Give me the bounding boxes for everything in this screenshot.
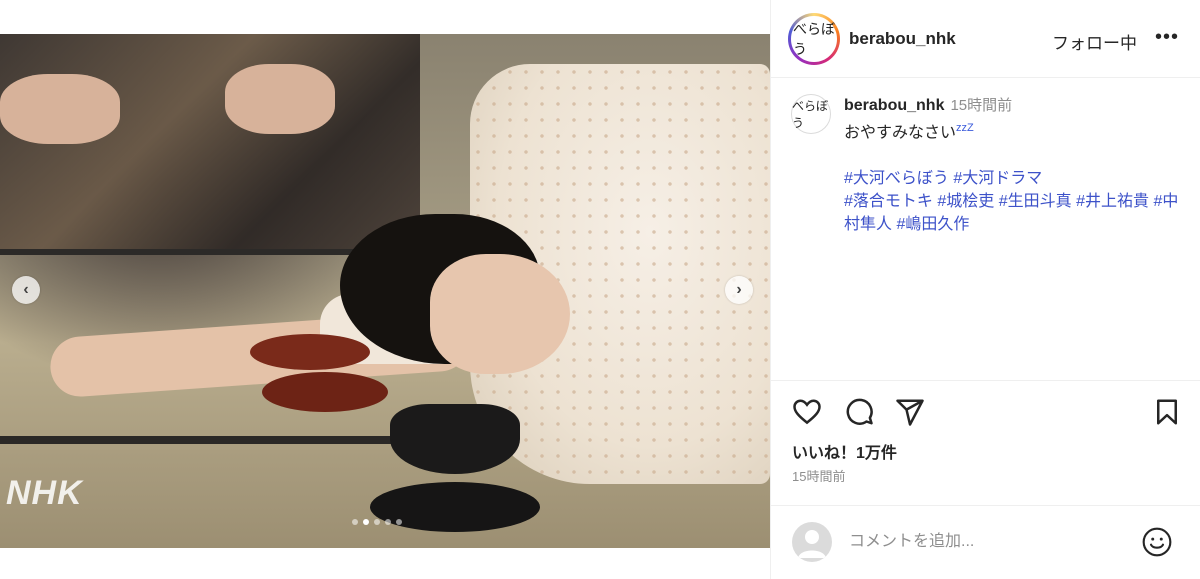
post-header: べらぼう berabou_nhk フォロー中 •••: [771, 0, 1200, 78]
caption-time: 15時間前: [950, 97, 1013, 114]
post-timestamp: 15時間前: [792, 469, 846, 484]
following-button[interactable]: フォロー中: [1052, 29, 1137, 54]
hashtag-link[interactable]: #嶋田久作: [896, 216, 969, 233]
hashtag-list: #大河べらぼう #大河ドラマ #落合モトキ #城桧吏 #生田斗真 #井上祐貴 #…: [844, 167, 1194, 236]
caption-username[interactable]: berabou_nhk: [844, 97, 944, 114]
photo-kimono-background: [0, 34, 420, 254]
caption-body: berabou_nhk 15時間前 おやすみなさいzzZ #大河べらぼう #大河ド…: [844, 94, 1194, 236]
caption-text: おやすみなさいzzZ: [844, 117, 1194, 144]
nhk-watermark-logo: NHK: [6, 474, 83, 512]
hashtag-link[interactable]: #城桧吏: [937, 193, 994, 210]
photo-hand-right: [225, 64, 335, 134]
carousel-prev-button[interactable]: ‹: [12, 276, 40, 304]
current-user-avatar: [792, 522, 832, 562]
carousel-dot: [374, 519, 380, 525]
emoji-icon[interactable]: [1141, 526, 1173, 558]
user-silhouette-icon: [798, 530, 826, 558]
comment-bar: [771, 505, 1200, 579]
carousel-dot: [363, 519, 369, 525]
caption-text-content: おやすみなさい: [844, 124, 957, 142]
photo-face: [430, 254, 570, 374]
chevron-left-icon: ‹: [23, 281, 29, 298]
comment-input[interactable]: [849, 528, 1129, 556]
post-side-panel: べらぼう berabou_nhk フォロー中 ••• べらぼう berabou_…: [770, 0, 1200, 579]
heart-icon[interactable]: [792, 397, 822, 427]
hashtag-link[interactable]: #井上祐貴: [1076, 193, 1149, 210]
carousel-indicator: [352, 519, 402, 525]
avatar[interactable]: べらぼう: [788, 13, 840, 65]
hashtag-link[interactable]: #生田斗真: [999, 193, 1072, 210]
zzz-emoji: zzZ: [956, 122, 974, 134]
photo-red-cup-2: [262, 372, 388, 412]
action-bar: いいね！1万件 15時間前: [771, 380, 1200, 520]
caption-avatar[interactable]: べらぼう: [791, 94, 831, 134]
post-photo[interactable]: [0, 34, 770, 548]
likes-count[interactable]: いいね！1万件: [792, 439, 897, 463]
carousel-dot: [352, 519, 358, 525]
photo-red-cup-1: [250, 334, 370, 370]
chevron-right-icon: ›: [736, 281, 742, 298]
media-column: NHK ‹ ›: [0, 0, 770, 579]
share-icon[interactable]: [895, 397, 925, 427]
photo-black-cup: [390, 404, 520, 474]
carousel-dot: [396, 519, 402, 525]
hashtag-link[interactable]: #大河べらぼう: [844, 170, 949, 187]
bookmark-icon[interactable]: [1152, 397, 1182, 427]
photo-hand-left: [0, 74, 120, 144]
comment-icon[interactable]: [844, 397, 874, 427]
hashtag-link[interactable]: #落合モトキ: [844, 193, 933, 210]
more-icon[interactable]: •••: [1155, 26, 1179, 49]
carousel-dot: [385, 519, 391, 525]
avatar-logo: べらぼう: [791, 16, 837, 62]
carousel-next-button[interactable]: ›: [725, 276, 753, 304]
header-username[interactable]: berabou_nhk: [849, 29, 956, 49]
hashtag-link[interactable]: #大河ドラマ: [953, 170, 1042, 187]
